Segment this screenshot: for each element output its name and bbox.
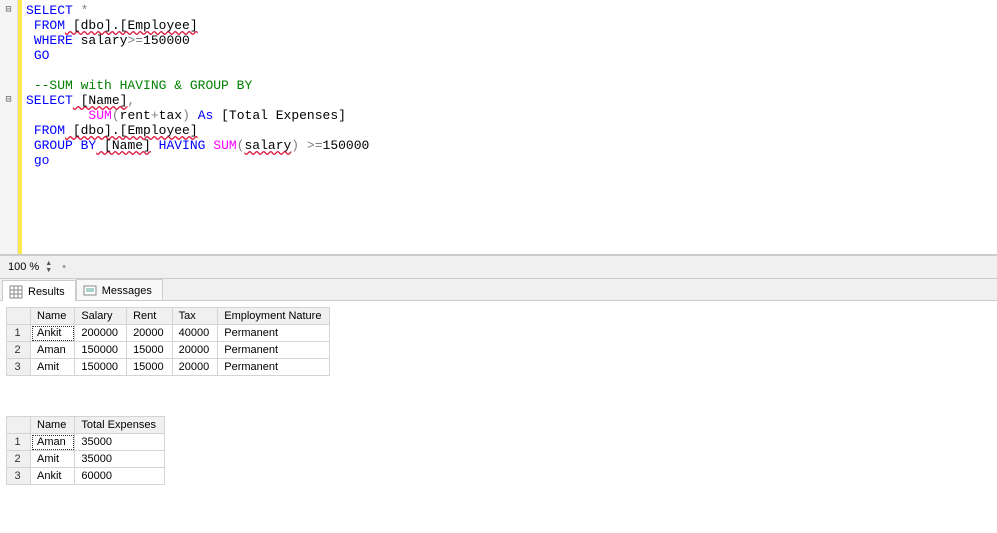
cell[interactable]: 15000 bbox=[127, 342, 173, 359]
cell[interactable]: Ankit bbox=[31, 325, 75, 342]
row-number: 2 bbox=[7, 342, 31, 359]
tab-messages-label: Messages bbox=[102, 285, 152, 297]
table-row[interactable]: 3 Ankit 60000 bbox=[7, 468, 165, 485]
cell[interactable]: Amit bbox=[31, 451, 75, 468]
cell[interactable]: Permanent bbox=[218, 325, 330, 342]
results-panel: Name Salary Rent Tax Employment Nature 1… bbox=[0, 301, 997, 485]
row-number: 3 bbox=[7, 468, 31, 485]
table-row[interactable]: 2 Amit 35000 bbox=[7, 451, 165, 468]
cell[interactable]: 20000 bbox=[172, 359, 218, 376]
tab-results[interactable]: Results bbox=[2, 280, 76, 301]
grid-icon bbox=[9, 285, 23, 299]
sql-editor[interactable]: ⊟ ⊟ SELECT * FROM [dbo].[Employee] WHERE… bbox=[0, 0, 997, 255]
cell[interactable]: Permanent bbox=[218, 342, 330, 359]
row-number: 1 bbox=[7, 434, 31, 451]
cell[interactable]: Aman bbox=[31, 342, 75, 359]
table-row[interactable]: 3 Amit 150000 15000 20000 Permanent bbox=[7, 359, 330, 376]
col-header[interactable]: Total Expenses bbox=[75, 417, 165, 434]
col-header[interactable]: Name bbox=[31, 308, 75, 325]
messages-icon bbox=[83, 284, 97, 298]
cell[interactable]: 15000 bbox=[127, 359, 173, 376]
code-text[interactable]: SELECT * FROM [dbo].[Employee] WHERE sal… bbox=[22, 0, 997, 254]
col-header[interactable]: Tax bbox=[172, 308, 218, 325]
editor-gutter: ⊟ ⊟ bbox=[0, 0, 18, 254]
cell[interactable]: 20000 bbox=[127, 325, 173, 342]
grid-corner bbox=[7, 417, 31, 434]
row-number: 1 bbox=[7, 325, 31, 342]
cell[interactable]: Amit bbox=[31, 359, 75, 376]
results-grid-2[interactable]: Name Total Expenses 1 Aman 35000 2 Amit … bbox=[6, 416, 165, 485]
tab-results-label: Results bbox=[28, 286, 65, 298]
cell[interactable]: 200000 bbox=[75, 325, 127, 342]
chevron-down-icon[interactable]: ▼ bbox=[45, 267, 52, 274]
fold-minus-icon[interactable]: ⊟ bbox=[0, 93, 17, 108]
cell[interactable]: 35000 bbox=[75, 434, 165, 451]
table-row[interactable]: 1 Aman 35000 bbox=[7, 434, 165, 451]
cell[interactable]: 60000 bbox=[75, 468, 165, 485]
cell[interactable]: 40000 bbox=[172, 325, 218, 342]
col-header[interactable]: Employment Nature bbox=[218, 308, 330, 325]
col-header[interactable]: Name bbox=[31, 417, 75, 434]
cell[interactable]: Permanent bbox=[218, 359, 330, 376]
cell[interactable]: 150000 bbox=[75, 359, 127, 376]
results-tabs: Results Messages bbox=[0, 279, 997, 301]
cell[interactable]: Aman bbox=[31, 434, 75, 451]
zoom-bar: 100 % ▲ ▼ • bbox=[0, 255, 997, 279]
col-header[interactable]: Salary bbox=[75, 308, 127, 325]
results-grid-1[interactable]: Name Salary Rent Tax Employment Nature 1… bbox=[6, 307, 330, 376]
cell[interactable]: 150000 bbox=[75, 342, 127, 359]
col-header[interactable]: Rent bbox=[127, 308, 173, 325]
tab-messages[interactable]: Messages bbox=[76, 279, 163, 300]
cell[interactable]: Ankit bbox=[31, 468, 75, 485]
table-row[interactable]: 2 Aman 150000 15000 20000 Permanent bbox=[7, 342, 330, 359]
separator-bullet: • bbox=[62, 261, 66, 273]
grid-corner bbox=[7, 308, 31, 325]
row-number: 3 bbox=[7, 359, 31, 376]
fold-minus-icon[interactable]: ⊟ bbox=[0, 3, 17, 18]
zoom-spinner[interactable]: ▲ ▼ bbox=[45, 260, 52, 274]
row-number: 2 bbox=[7, 451, 31, 468]
cell[interactable]: 20000 bbox=[172, 342, 218, 359]
table-row[interactable]: 1 Ankit 200000 20000 40000 Permanent bbox=[7, 325, 330, 342]
cell[interactable]: 35000 bbox=[75, 451, 165, 468]
zoom-value: 100 % bbox=[8, 261, 39, 273]
chevron-up-icon[interactable]: ▲ bbox=[45, 260, 52, 267]
